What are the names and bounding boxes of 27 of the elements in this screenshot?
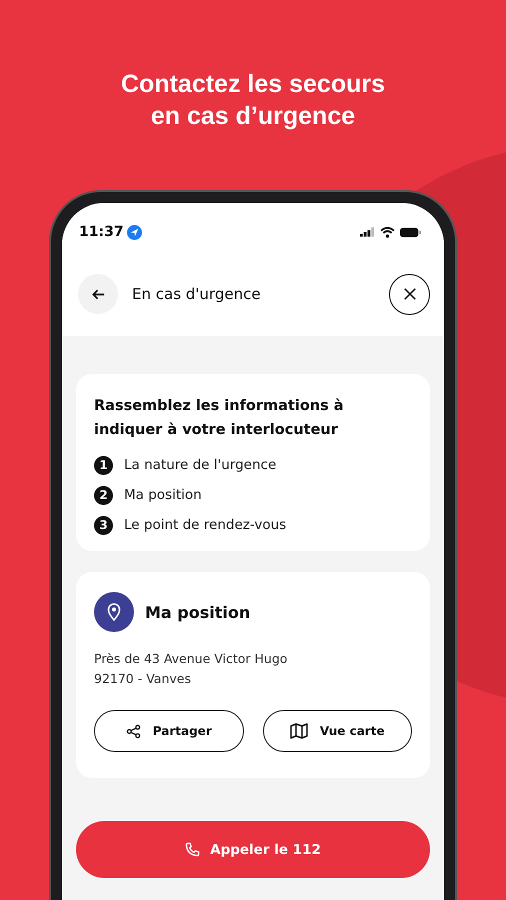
map-button[interactable]: Vue carte bbox=[262, 710, 412, 752]
step-label: Le point de rendez-vous bbox=[124, 517, 286, 533]
step-number: 1 bbox=[94, 456, 113, 474]
step-number: 2 bbox=[94, 486, 113, 504]
signal-icon bbox=[360, 227, 375, 237]
step-label: Ma position bbox=[124, 487, 202, 503]
step-label: La nature de l'urgence bbox=[124, 457, 276, 473]
step-number: 3 bbox=[94, 516, 113, 534]
wifi-icon bbox=[380, 227, 395, 238]
call-button[interactable]: Appeler le 112 bbox=[76, 821, 430, 878]
location-icon bbox=[126, 225, 142, 240]
position-title: Ma position bbox=[145, 602, 250, 622]
address-line: 92170 - Vanves bbox=[94, 670, 192, 688]
close-button[interactable] bbox=[389, 274, 430, 314]
share-button[interactable]: Partager bbox=[94, 710, 244, 752]
address-line: Près de 43 Avenue Victor Hugo bbox=[94, 650, 288, 668]
location-pin-icon bbox=[94, 592, 134, 632]
back-button[interactable] bbox=[78, 274, 118, 314]
screen-title: En cas d'urgence bbox=[132, 285, 262, 303]
phone-icon bbox=[185, 842, 200, 857]
card-title: Rassemblez les informations à indiquer à votre interlocuteur bbox=[94, 397, 345, 440]
battery-icon bbox=[400, 227, 422, 238]
share-icon bbox=[126, 724, 141, 738]
headline: Contactez les secours en cas d’urgence bbox=[120, 69, 386, 132]
status-time: 11:37 bbox=[79, 223, 124, 241]
close-icon bbox=[402, 287, 416, 301]
map-icon bbox=[290, 723, 308, 739]
